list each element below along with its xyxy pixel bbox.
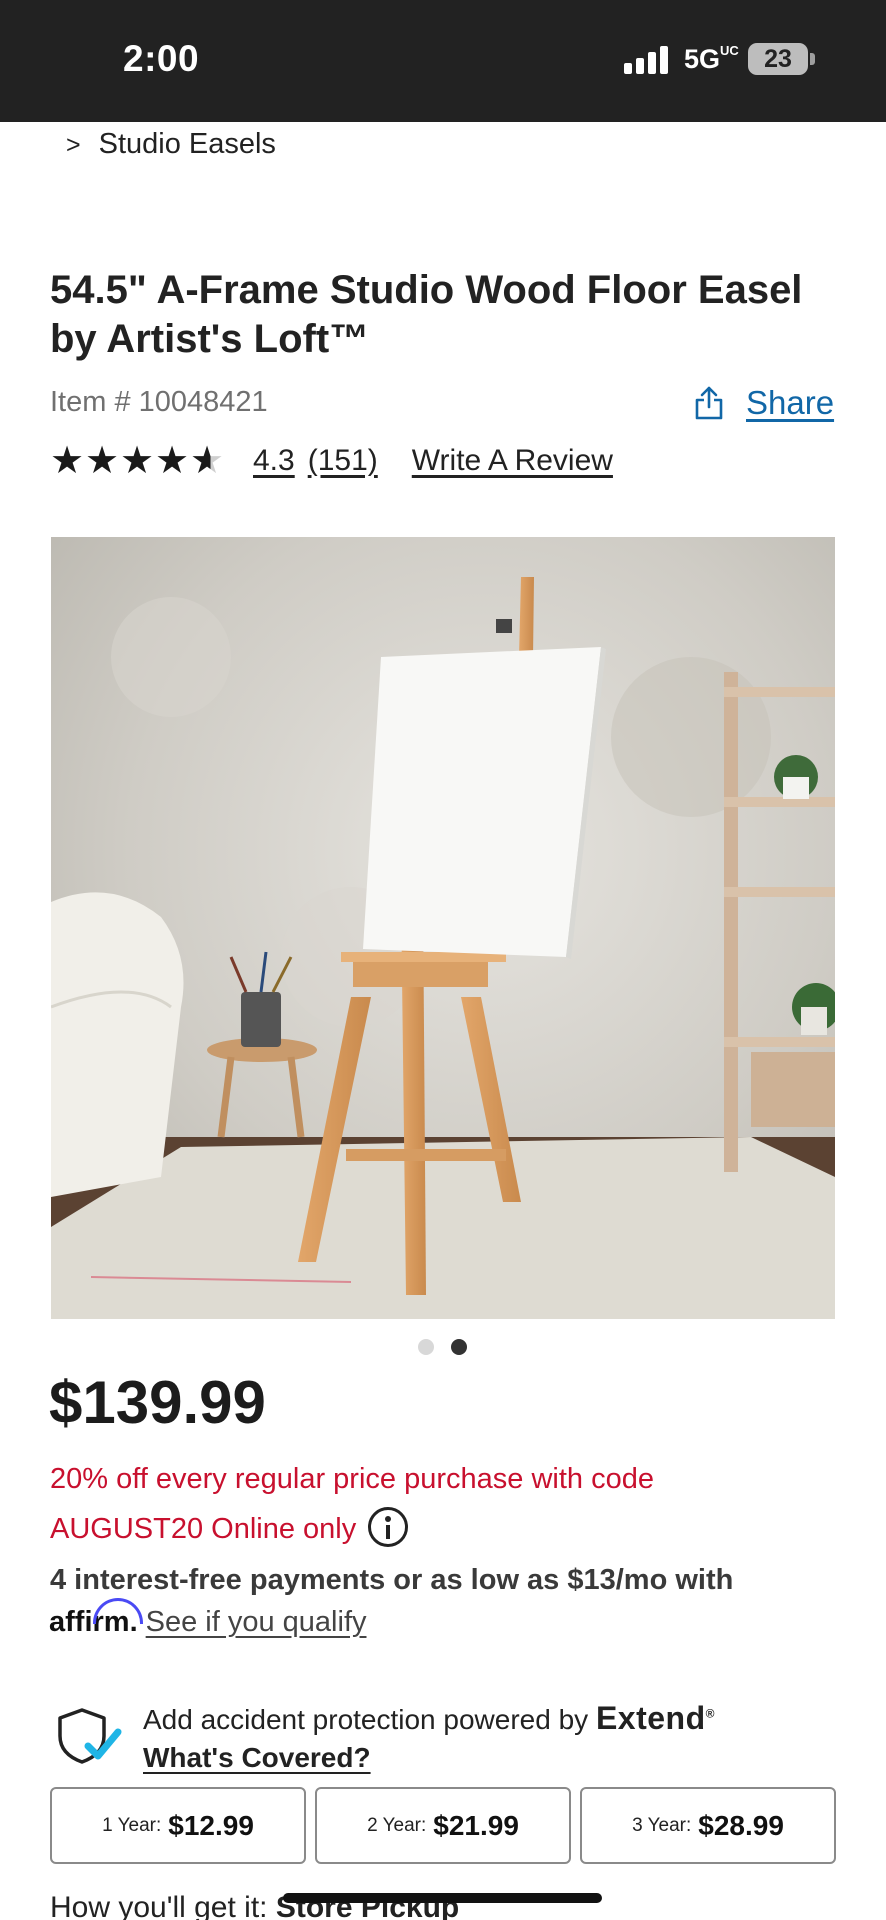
- plan-price: $28.99: [698, 1809, 784, 1841]
- affirm-text: 4 interest-free payments or as low as $1…: [50, 1564, 734, 1596]
- star-icon: ★: [155, 440, 190, 482]
- battery-icon: 23: [748, 43, 808, 75]
- share-icon: [695, 386, 723, 420]
- info-icon[interactable]: [368, 1507, 409, 1548]
- status-time: 2:00: [123, 38, 200, 79]
- star-rating: ★ ★ ★ ★ ★: [50, 442, 225, 480]
- product-image[interactable]: [51, 537, 835, 1319]
- extend-logo-text: Extend: [595, 1700, 706, 1736]
- plan-option-3-year[interactable]: 3 Year: $28.99: [580, 1787, 836, 1864]
- protection-text: Add accident protection powered by Exten…: [143, 1700, 715, 1737]
- plan-term: 1 Year:: [102, 1814, 162, 1836]
- battery-level: 23: [764, 45, 792, 73]
- image-carousel-dots[interactable]: [418, 1339, 484, 1355]
- plan-term: 2 Year:: [367, 1814, 427, 1836]
- rating-value[interactable]: 4.3: [253, 444, 295, 478]
- home-indicator[interactable]: [283, 1893, 602, 1903]
- partial-star-icon: ★: [190, 440, 225, 482]
- network-indicator: 5GUC: [684, 43, 739, 75]
- plan-term: 3 Year:: [632, 1814, 692, 1836]
- breadcrumb[interactable]: > Studio Easels: [66, 128, 276, 161]
- whats-covered-link[interactable]: What's Covered?: [143, 1742, 371, 1774]
- fulfillment-label: How you'll get it:: [50, 1891, 268, 1920]
- star-icon: ★: [85, 440, 120, 482]
- network-label: 5G: [684, 44, 721, 74]
- carousel-dot[interactable]: [418, 1339, 434, 1355]
- affirm-arc-icon: [93, 1598, 143, 1624]
- plan-price: $12.99: [168, 1809, 254, 1841]
- shield-check-icon: [58, 1708, 122, 1764]
- extend-logo: Extend®: [595, 1700, 715, 1736]
- signal-icon: [624, 46, 670, 74]
- promo-text: 20% off every regular price purchase wit…: [50, 1454, 790, 1554]
- breadcrumb-chevron-icon: >: [66, 131, 81, 159]
- rating-row: ★ ★ ★ ★ ★ 4.3 (151) Write A Review: [50, 442, 613, 480]
- promo-line-2: AUGUST20 Online only: [50, 1513, 357, 1545]
- protection-label: Add accident protection powered by: [143, 1704, 589, 1735]
- product-price: $139.99: [49, 1369, 266, 1436]
- carousel-dot-active[interactable]: [451, 1339, 467, 1355]
- breadcrumb-label[interactable]: Studio Easels: [99, 128, 276, 160]
- item-number: Item # 10048421: [50, 386, 268, 418]
- promo-line-1: 20% off every regular price purchase wit…: [50, 1463, 654, 1495]
- easel-photo: [51, 537, 835, 1319]
- plan-option-2-year[interactable]: 2 Year: $21.99: [315, 1787, 571, 1864]
- status-bar: 2:00 5GUC 23: [0, 0, 886, 122]
- share-button[interactable]: Share: [694, 384, 834, 422]
- network-sup: UC: [720, 43, 739, 58]
- star-icon: ★: [50, 440, 85, 482]
- share-label[interactable]: Share: [746, 384, 834, 422]
- affirm-logo: affirm.: [49, 1598, 143, 1639]
- product-title: 54.5" A-Frame Studio Wood Floor Easel by…: [50, 268, 803, 361]
- battery-tip: [810, 53, 815, 65]
- write-review-link[interactable]: Write A Review: [412, 444, 613, 478]
- star-icon: ★: [120, 440, 155, 482]
- affirm-row: affirm. See if you qualify: [49, 1598, 367, 1639]
- protection-plans: 1 Year: $12.99 2 Year: $21.99 3 Year: $2…: [50, 1787, 836, 1864]
- plan-price: $21.99: [433, 1809, 519, 1841]
- see-if-qualify-link[interactable]: See if you qualify: [146, 1606, 367, 1639]
- plan-option-1-year[interactable]: 1 Year: $12.99: [50, 1787, 306, 1864]
- review-count-link[interactable]: (151): [308, 444, 378, 478]
